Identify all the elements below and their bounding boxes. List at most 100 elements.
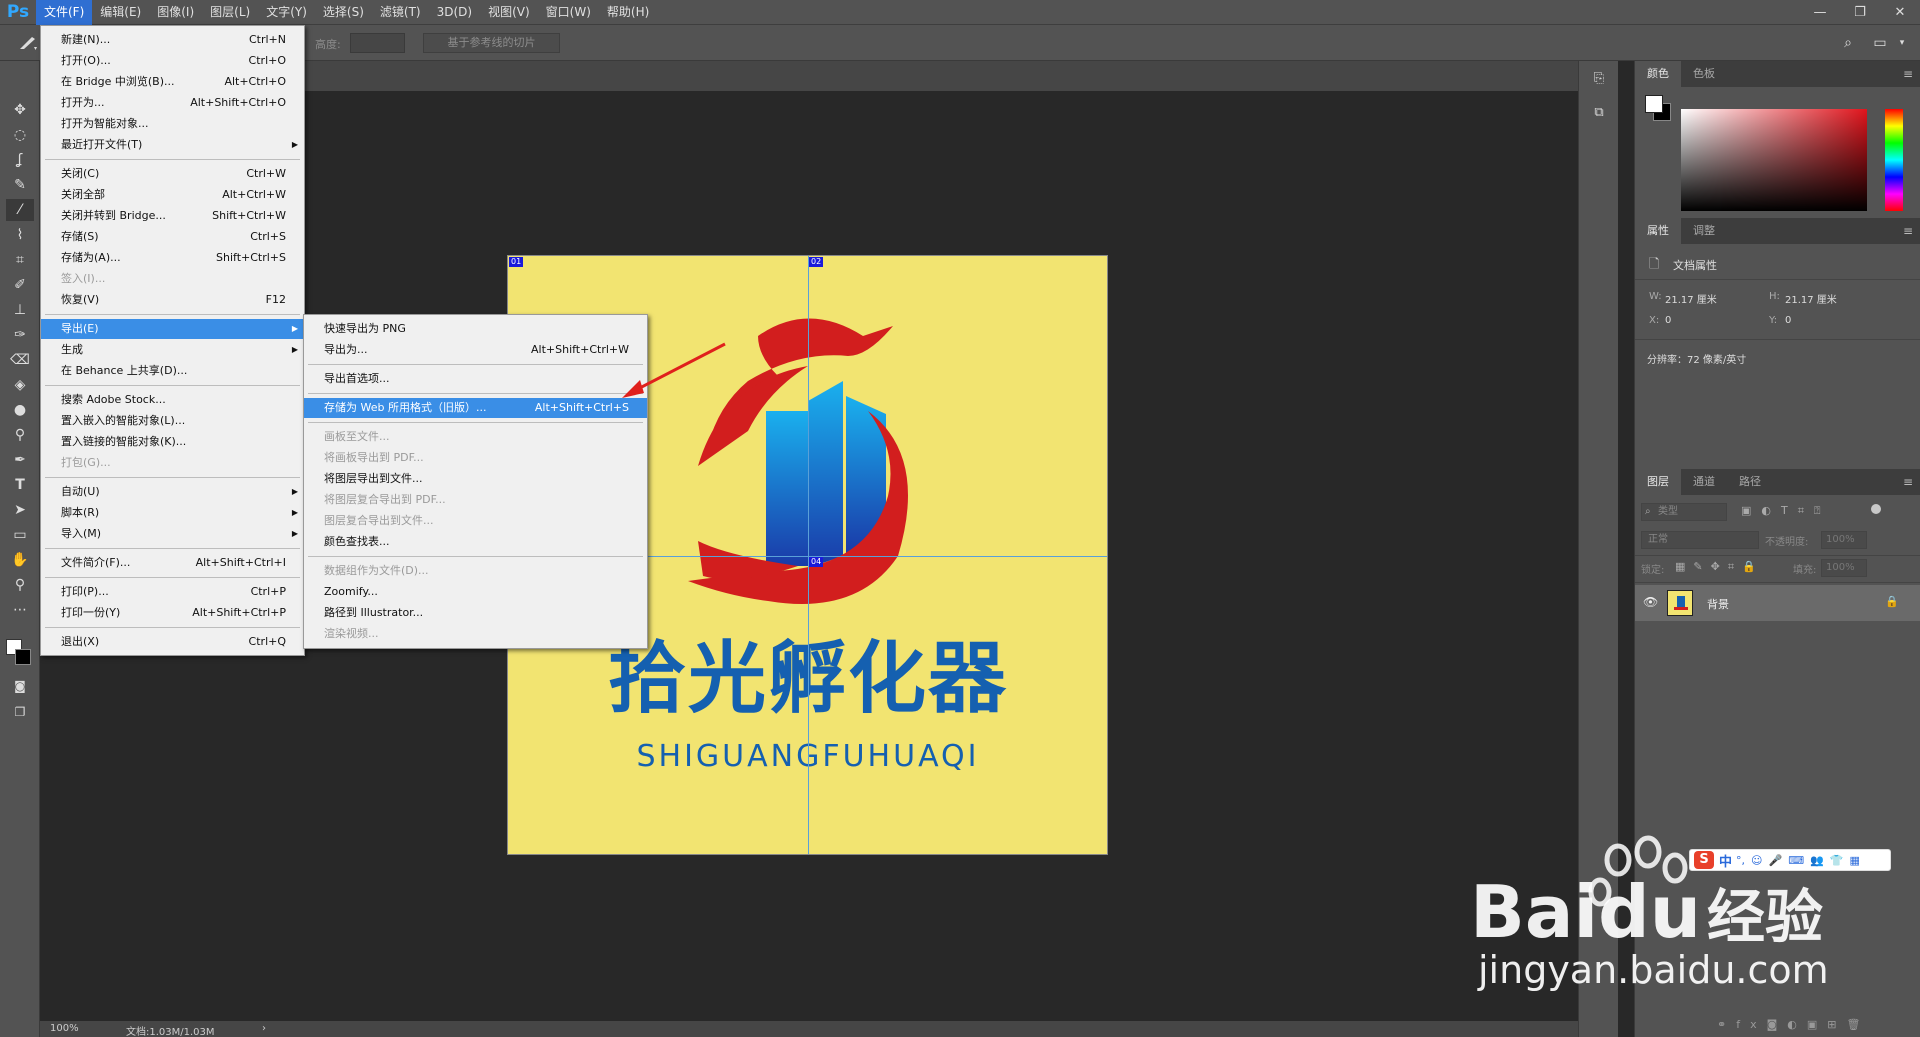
close-button[interactable]: ✕ (1880, 0, 1920, 25)
workspace-dropdown-icon[interactable]: ▾ (1892, 34, 1912, 52)
slice-tool-preset[interactable] (16, 33, 40, 53)
file-menu-item[interactable]: 关闭全部 Alt+Ctrl+W (41, 185, 304, 205)
zoom-tool-icon[interactable]: ⚲ (6, 574, 34, 596)
ime-skin-icon[interactable]: 👕 (1830, 854, 1844, 867)
dodge-tool-icon[interactable]: ⚲ (6, 424, 34, 446)
menu-edit[interactable]: 编辑(E) (92, 0, 149, 25)
history-panel-icon[interactable]: ⎘ (1587, 71, 1611, 91)
export-menu-item[interactable]: 快速导出为 PNG (304, 319, 647, 339)
ime-lang[interactable]: 中 (1719, 851, 1732, 870)
slice-tool-icon[interactable]: ⁄ (6, 199, 34, 221)
file-menu-item[interactable]: 自动(U) ▶ (41, 482, 304, 502)
layer-name[interactable]: 背景 (1707, 596, 1729, 612)
visibility-eye-icon[interactable]: 👁 (1643, 595, 1658, 609)
x-value[interactable]: 0 (1665, 315, 1671, 326)
menu-layer[interactable]: 图层(L) (202, 0, 258, 25)
path-select-icon[interactable]: ➤ (6, 499, 34, 521)
ime-toolbox-icon[interactable]: ▦ (1849, 854, 1859, 867)
opacity-field[interactable]: 100% (1821, 531, 1867, 549)
file-menu-item[interactable]: 打开(O)... Ctrl+O (41, 51, 304, 71)
zoom-level[interactable]: 100% (50, 1023, 79, 1034)
background-color-swatch[interactable] (15, 649, 31, 665)
tab-paths[interactable]: 路径 (1727, 469, 1773, 495)
file-menu-item[interactable]: 置入链接的智能对象(K)... (41, 432, 304, 452)
tab-properties[interactable]: 属性 (1635, 218, 1681, 244)
rectangle-tool-icon[interactable]: ▭ (6, 524, 34, 546)
file-menu-item[interactable]: 最近打开文件(T) ▶ (41, 135, 304, 155)
export-menu-item[interactable]: 颜色查找表... (304, 532, 647, 552)
menu-file[interactable]: 文件(F) (36, 0, 93, 25)
menu-view[interactable]: 视图(V) (480, 0, 538, 25)
height-field[interactable] (350, 33, 405, 53)
hue-slider[interactable] (1885, 109, 1903, 211)
layer-filter-select[interactable]: ⌕ 类型 (1641, 503, 1727, 521)
export-menu-item[interactable]: 路径到 Illustrator... (304, 603, 647, 623)
file-menu-item[interactable]: 脚本(R) ▶ (41, 503, 304, 523)
file-menu-item[interactable]: 存储(S) Ctrl+S (41, 227, 304, 247)
layer-footer-icons[interactable]: ⚭fx◙◐▣⊞🗑 (1635, 1013, 1920, 1037)
file-menu-item[interactable]: 在 Bridge 中浏览(B)... Alt+Ctrl+O (41, 72, 304, 92)
export-menu-item[interactable]: 存储为 Web 所用格式（旧版）... Alt+Shift+Ctrl+S (304, 398, 647, 418)
file-menu-item[interactable]: 恢复(V) F12 (41, 290, 304, 310)
search-icon[interactable]: ⌕ (1838, 34, 1858, 52)
stamp-tool-icon[interactable]: ⊥ (6, 299, 34, 321)
type-tool-icon[interactable]: T (6, 474, 34, 496)
hand-tool-icon[interactable]: ✋ (6, 549, 34, 571)
blend-mode-select[interactable]: 正常 (1641, 531, 1759, 549)
slices-from-guides-button[interactable]: 基于参考线的切片 (423, 33, 560, 53)
ime-voice-icon[interactable]: 🎤 (1768, 854, 1782, 867)
file-menu-item[interactable]: 存储为(A)... Shift+Ctrl+S (41, 248, 304, 268)
file-menu-item[interactable]: 导出(E) ▶ (41, 319, 304, 339)
export-menu-item[interactable]: 导出首选项... (304, 369, 647, 389)
menu-window[interactable]: 窗口(W) (538, 0, 599, 25)
brush-tool-icon[interactable]: ✐ (6, 274, 34, 296)
file-menu-item[interactable]: 文件简介(F)... Alt+Shift+Ctrl+I (41, 553, 304, 573)
fill-field[interactable]: 100% (1821, 559, 1867, 577)
minimize-button[interactable]: — (1800, 0, 1840, 25)
lasso-tool-icon[interactable]: ʆ (6, 149, 34, 171)
file-menu-item[interactable]: 导入(M) ▶ (41, 524, 304, 544)
marquee-tool-icon[interactable]: ◌ (6, 124, 34, 146)
pen-tool-icon[interactable]: ✒ (6, 449, 34, 471)
quick-select-tool-icon[interactable]: ✎ (6, 174, 34, 196)
paint-bucket-icon[interactable]: ◈ (6, 374, 34, 396)
tab-swatches[interactable]: 色板 (1681, 61, 1727, 87)
color-saturation-field[interactable] (1681, 109, 1867, 211)
file-menu-item[interactable]: 搜索 Adobe Stock... (41, 390, 304, 410)
ime-user-icon[interactable]: 👥 (1810, 854, 1824, 867)
file-menu-item[interactable]: 关闭并转到 Bridge... Shift+Ctrl+W (41, 206, 304, 226)
file-menu-item[interactable]: 打开为... Alt+Shift+Ctrl+O (41, 93, 304, 113)
history-brush-icon[interactable]: ✑ (6, 324, 34, 346)
export-menu-item[interactable]: 导出为... Alt+Shift+Ctrl+W (304, 340, 647, 360)
file-menu-item[interactable]: 新建(N)... Ctrl+N (41, 30, 304, 50)
lock-icons[interactable]: ▦✎✥⌗🔒 (1675, 560, 1764, 574)
slice-tag-01[interactable]: 01 (509, 257, 524, 267)
properties-panel-icon[interactable]: ⧉ (1587, 105, 1611, 125)
file-menu-item[interactable]: 打印(P)... Ctrl+P (41, 582, 304, 602)
ime-emoji-icon[interactable]: ☺ (1751, 854, 1762, 867)
file-menu-item[interactable]: 打印一份(Y) Alt+Shift+Ctrl+P (41, 603, 304, 623)
tab-channels[interactable]: 通道 (1681, 469, 1727, 495)
ime-punct[interactable]: °, (1736, 854, 1745, 867)
screen-mode-icon[interactable]: ❐ (6, 701, 34, 723)
tab-color[interactable]: 颜色 (1635, 61, 1681, 87)
file-menu-item[interactable]: 关闭(C) Ctrl+W (41, 164, 304, 184)
file-menu-item[interactable]: 置入嵌入的智能对象(L)... (41, 411, 304, 431)
export-menu-item[interactable]: Zoomify... (304, 582, 647, 602)
tab-adjustments[interactable]: 调整 (1681, 218, 1727, 244)
filter-toggle-icon[interactable] (1871, 504, 1881, 514)
properties-panel-menu-icon[interactable]: ≡ (1903, 224, 1913, 238)
tab-layers[interactable]: 图层 (1635, 469, 1681, 495)
eyedropper-tool-icon[interactable]: ⌇ (6, 224, 34, 246)
slice-tag-04[interactable]: 04 (809, 557, 824, 567)
file-menu-item[interactable]: 生成 ▶ (41, 340, 304, 360)
menu-type[interactable]: 文字(Y) (258, 0, 315, 25)
status-arrow-icon[interactable]: › (262, 1023, 266, 1034)
menu-select[interactable]: 选择(S) (315, 0, 372, 25)
layer-row[interactable]: 👁 背景 🔒 (1635, 585, 1920, 621)
foreground-swatch[interactable] (1645, 95, 1663, 113)
color-panel-menu-icon[interactable]: ≡ (1903, 67, 1913, 81)
layers-panel-menu-icon[interactable]: ≡ (1903, 475, 1913, 489)
workspace-icon[interactable]: ▭ (1870, 34, 1890, 52)
slice-tag-02[interactable]: 02 (809, 257, 824, 267)
